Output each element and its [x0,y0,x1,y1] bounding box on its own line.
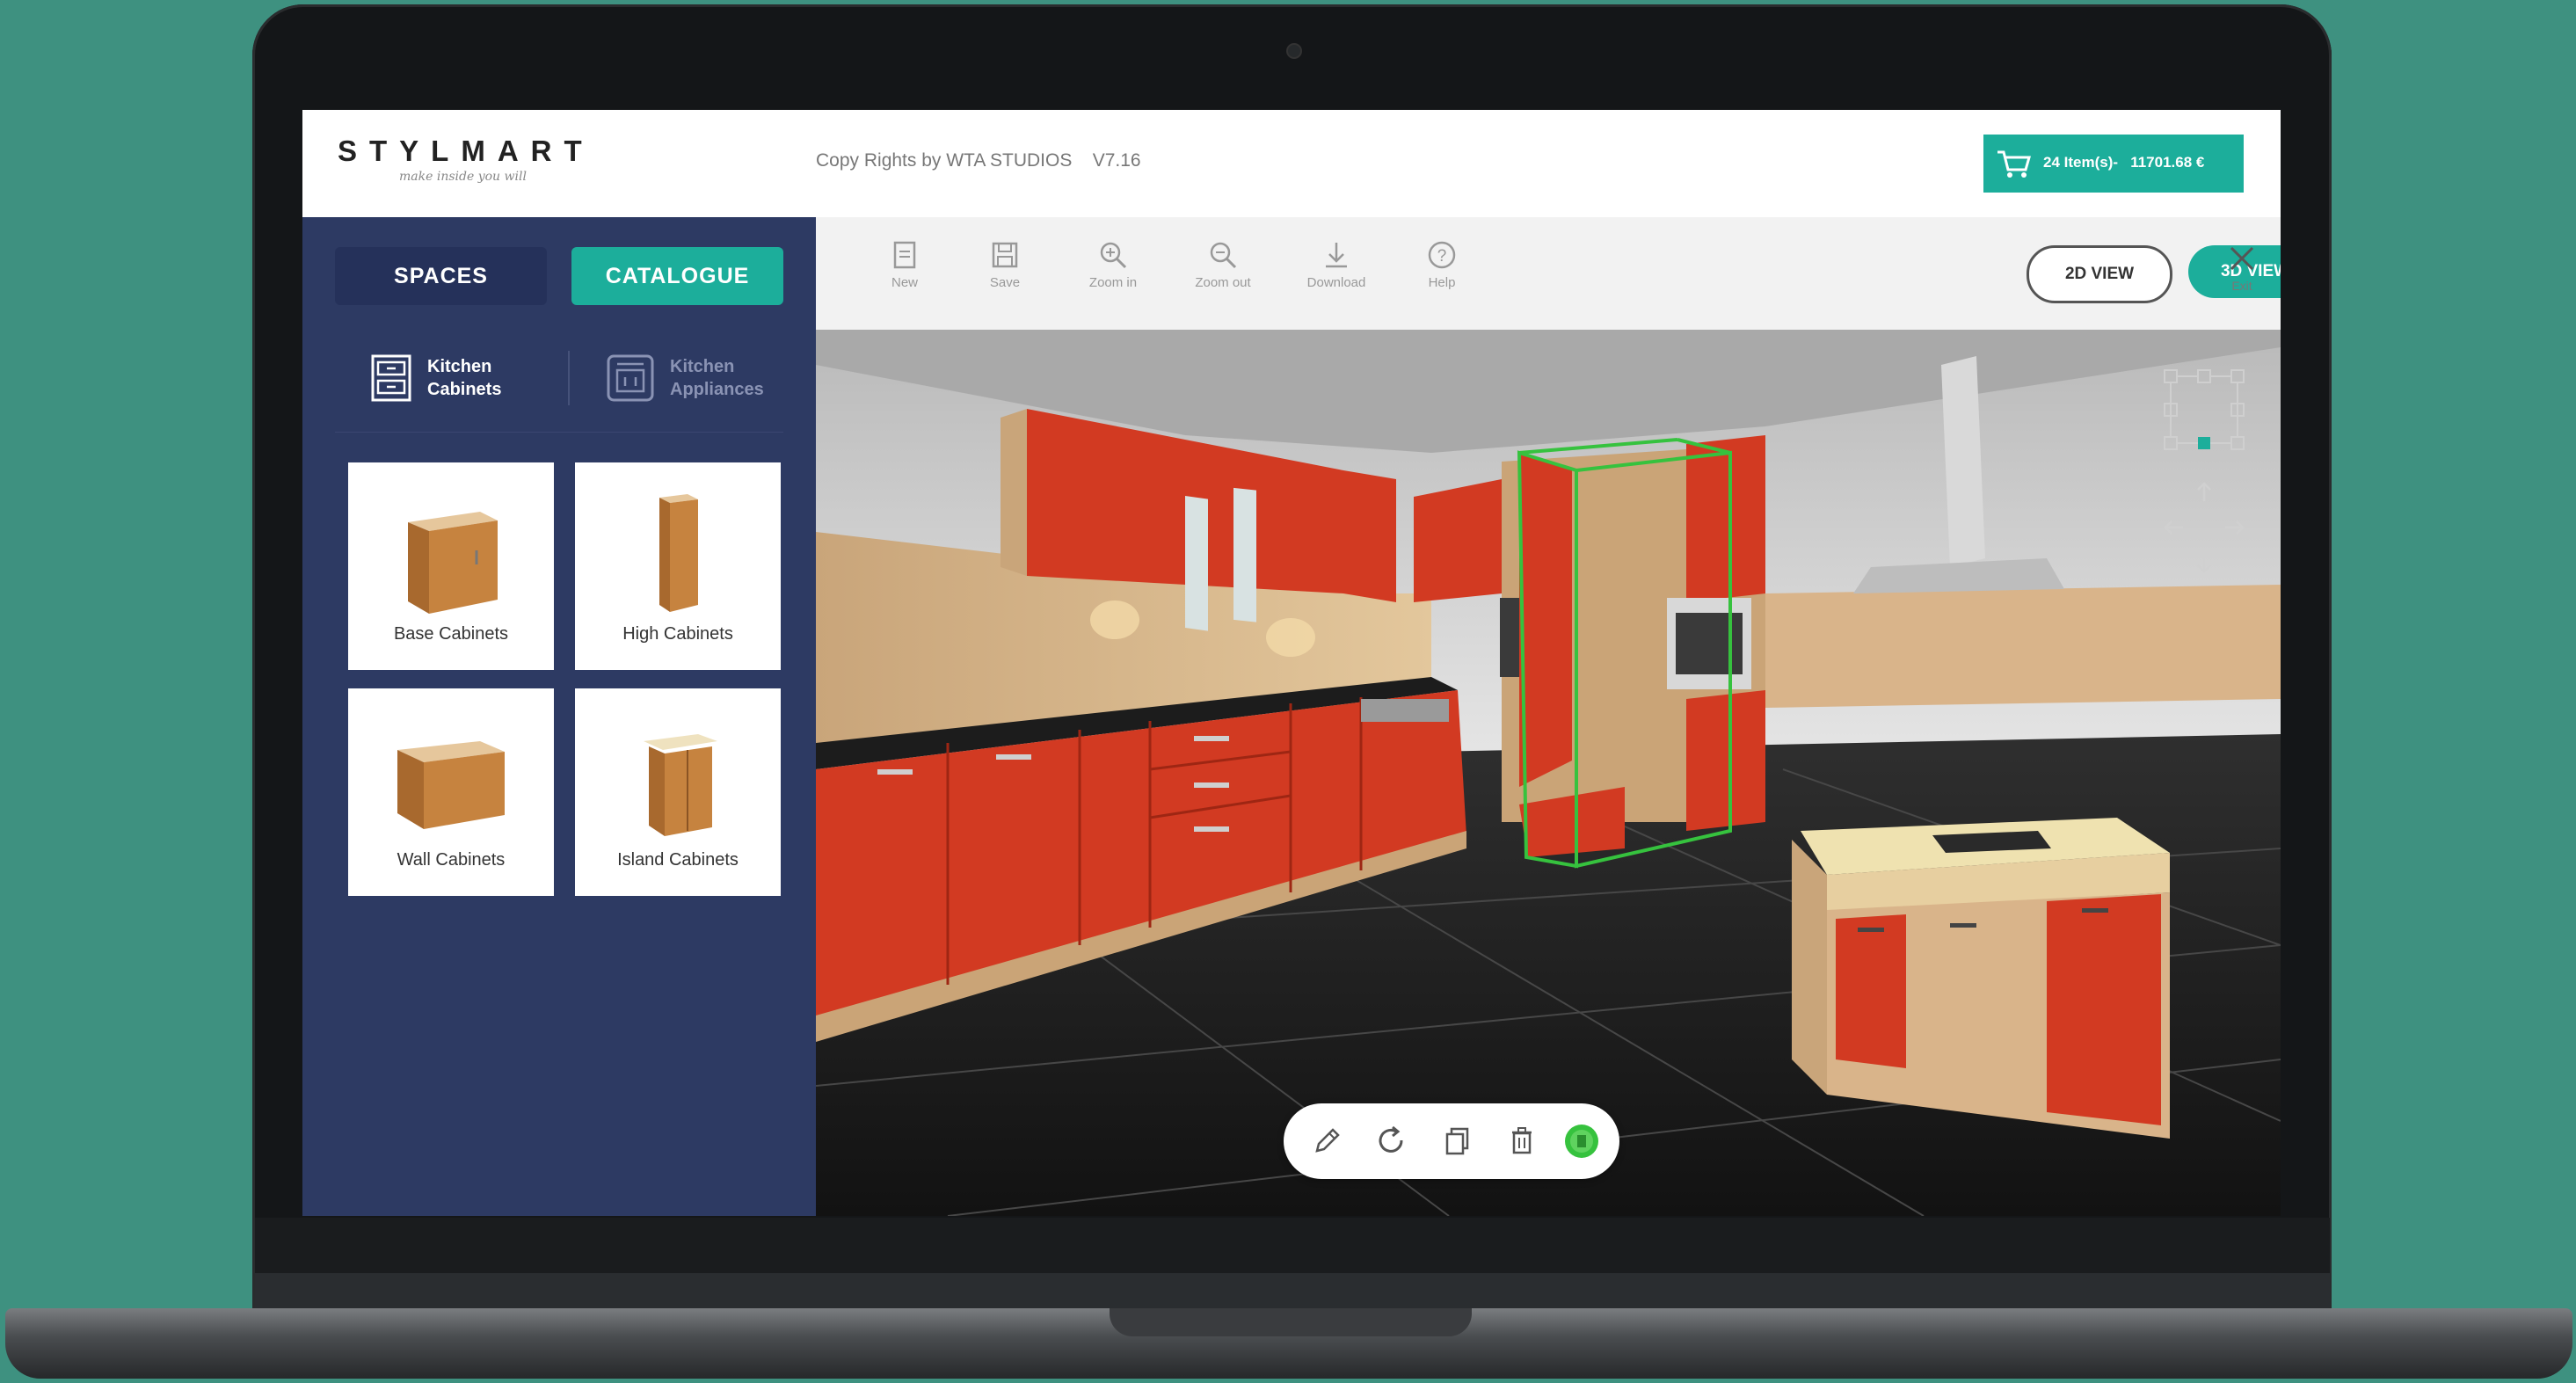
tool-label: Help [1428,275,1456,290]
save-icon [992,242,1018,268]
tool-zoom-in[interactable]: Zoom in [1073,240,1153,290]
3d-viewport[interactable] [816,330,2281,1216]
help-icon: ? [1428,241,1456,269]
catalogue-item-label: Island Cabinets [617,850,739,870]
subcategory-label-line2: Cabinets [427,380,502,399]
download-icon [1326,243,1347,268]
sidebar-divider [335,432,783,433]
tool-label: Zoom in [1088,275,1138,290]
exit-button[interactable]: Exit [2216,244,2268,293]
high-cabinet-thumbnail [659,494,698,612]
catalogue-item-island-cabinets[interactable]: Island Cabinets [575,688,781,896]
brand-tagline: make inside you will [399,170,527,184]
cabinet-icon [371,354,411,402]
subcategory-label-line2: Appliances [670,380,764,399]
laptop-hinge [255,1273,2330,1308]
catalogue-item-base-cabinets[interactable]: Base Cabinets [348,462,554,670]
island-cabinet-thumbnail [644,734,717,836]
cart-total: 11701.68 € [2130,154,2205,171]
appliance-icon [607,354,654,402]
subcategory-label-line1: Kitchen [427,357,492,376]
copyright-label: Copy Rights by WTA STUDIOS [816,150,1073,171]
sidebar: SPACES CATALOGUE Kitchen Cabinets Kitche… [302,217,816,1216]
app-screen: STYLMART make inside you will Copy Right… [302,110,2281,1216]
tool-label: Zoom out [1195,275,1251,290]
catalogue-item-label: High Cabinets [622,624,733,644]
tab-spaces[interactable]: SPACES [335,247,547,305]
subcategory-label-line1: Kitchen [670,357,735,376]
subcategory-divider [568,351,570,405]
cart-summary: 24 Item(s)- 11701.68 € [2043,154,2204,171]
tool-label: Save [989,275,1021,290]
tool-new[interactable]: New [865,240,944,290]
cart-icon [1997,150,2031,178]
duplicate-icon[interactable] [1438,1123,1475,1160]
kitchen-3d-render [816,330,2281,1216]
version-label: V7.16 [1092,150,1141,171]
laptop-camera [1286,43,1302,59]
selection-action-bar [1284,1103,1619,1179]
brand-logo: STYLMART [338,135,594,167]
zoom-out-icon [1210,242,1237,269]
catalogue-item-high-cabinets[interactable]: High Cabinets [575,462,781,670]
copyright-text: Copy Rights by WTA STUDIOS V7.16 [816,150,1141,171]
close-icon [2230,246,2254,271]
subcategory-kitchen-appliances[interactable]: Kitchen Appliances [607,347,764,409]
subcategory-label: Kitchen Cabinets [427,355,501,401]
catalogue-item-label: Base Cabinets [393,624,509,644]
tab-catalogue[interactable]: CATALOGUE [571,247,783,305]
tool-download[interactable]: Download [1297,240,1376,290]
subcategory-label: Kitchen Appliances [670,355,764,401]
edit-icon[interactable] [1308,1123,1345,1160]
exit-label: Exit [2231,279,2252,293]
base-cabinet-thumbnail [408,512,498,614]
subcategory-kitchen-cabinets[interactable]: Kitchen Cabinets [371,347,501,409]
tool-zoom-out[interactable]: Zoom out [1183,240,1263,290]
view-2d-button[interactable]: 2D VIEW [2027,245,2172,303]
wall-cabinet-thumbnail [397,741,505,829]
new-file-icon [893,241,916,269]
rotate-icon[interactable] [1373,1123,1410,1160]
catalogue-item-label: Wall Cabinets [397,850,506,870]
viewport-toolbar: New Save Zoom in Zoom out Download ? Hel… [816,217,2281,331]
zoom-in-icon [1100,242,1127,269]
delete-icon[interactable] [1503,1123,1540,1160]
catalogue-item-wall-cabinets[interactable]: Wall Cabinets [348,688,554,896]
tool-label: New [891,275,918,290]
app-header: STYLMART make inside you will Copy Right… [302,110,2281,217]
cart-items: 24 Item(s)- [2043,154,2119,171]
tool-help[interactable]: ? Help [1402,240,1481,290]
svg-text:?: ? [1437,247,1447,266]
laptop-notch [1110,1308,1472,1336]
tool-save[interactable]: Save [965,240,1044,290]
confirm-icon[interactable] [1563,1123,1600,1160]
cart-button[interactable]: 24 Item(s)- 11701.68 € [1983,135,2244,193]
tool-label: Download [1306,275,1366,290]
